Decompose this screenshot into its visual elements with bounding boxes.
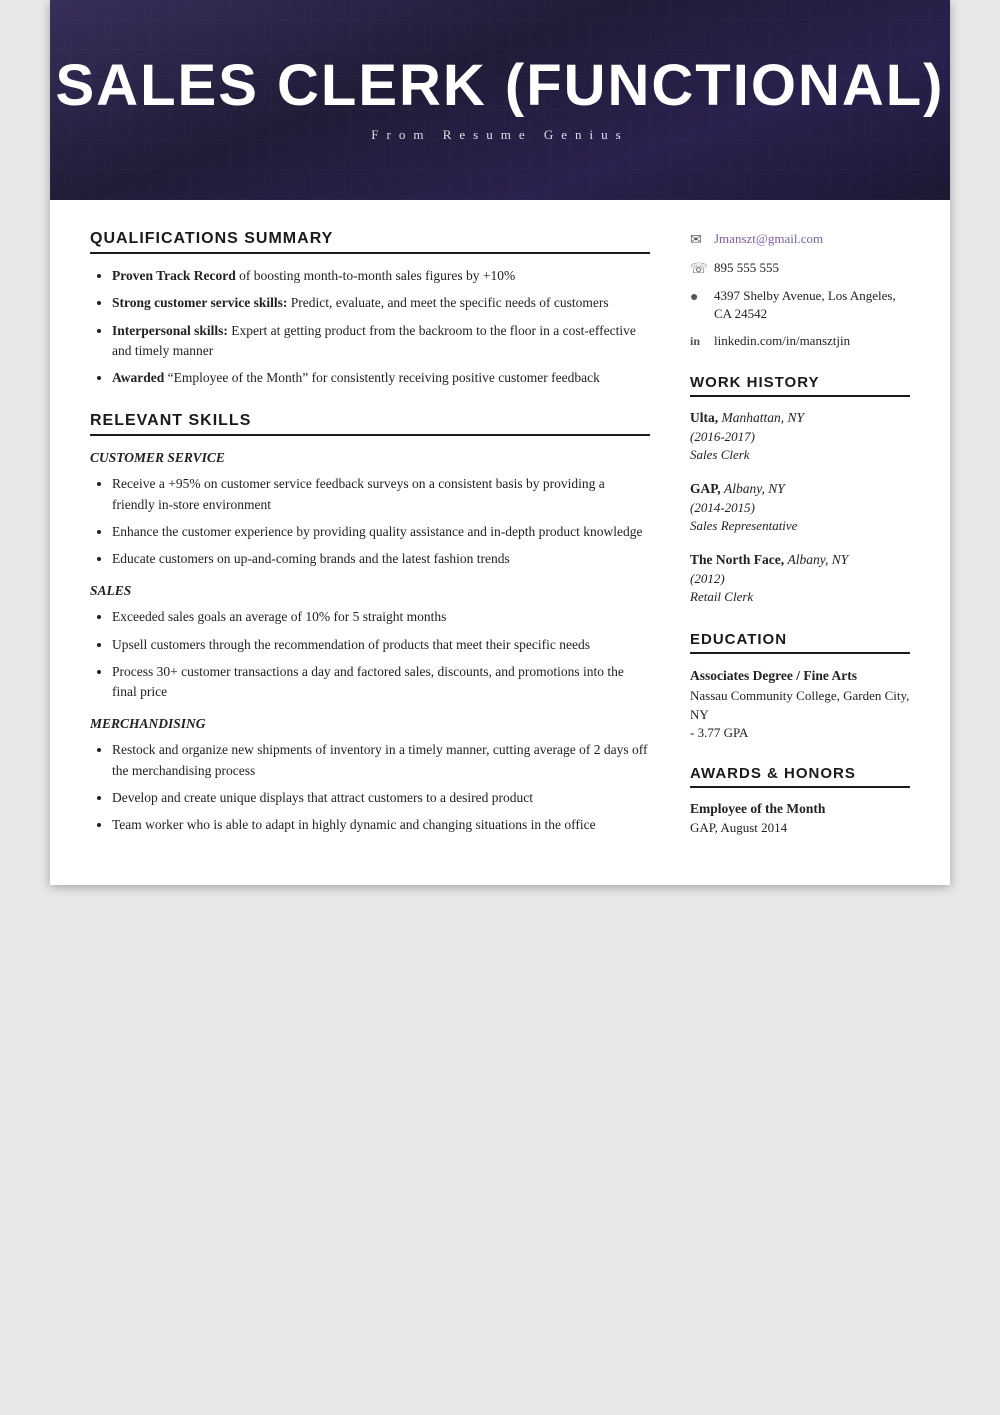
address-text: 4397 Shelby Avenue, Los Angeles, CA 2454… <box>714 287 910 323</box>
work-entry-northface: The North Face, Albany, NY (2012) Retail… <box>690 551 910 606</box>
relevant-skills-heading: RELEVANT SKILLS <box>90 412 650 436</box>
email-link[interactable]: Jmanszt@gmail.com <box>714 230 823 248</box>
work-dates: (2014-2015) <box>690 499 910 517</box>
edu-degree: Associates Degree / Fine Arts <box>690 666 910 686</box>
work-company: The North Face, Albany, NY <box>690 551 910 570</box>
contact-linkedin: in linkedin.com/in/mansztjin <box>690 332 910 350</box>
header: SALES CLERK (FUNCTIONAL) From Resume Gen… <box>50 0 950 200</box>
list-item: Exceeded sales goals an average of 10% f… <box>112 607 650 627</box>
list-item: Awarded “Employee of the Month” for cons… <box>112 368 650 388</box>
award-name: Employee of the Month <box>690 800 910 819</box>
list-item: Educate customers on up-and-coming brand… <box>112 549 650 569</box>
email-icon: ✉ <box>690 231 706 251</box>
location-icon: ● <box>690 288 706 308</box>
edu-gpa: - 3.77 GPA <box>690 725 910 741</box>
phone-icon: ☏ <box>690 260 706 280</box>
work-entry-ulta: Ulta, Manhattan, NY (2016-2017) Sales Cl… <box>690 409 910 464</box>
list-item: Interpersonal skills: Expert at getting … <box>112 321 650 362</box>
resume-title: SALES CLERK (FUNCTIONAL) <box>56 57 945 115</box>
work-title: Sales Clerk <box>690 446 910 464</box>
linkedin-text: linkedin.com/in/mansztjin <box>714 332 850 350</box>
phone-text: 895 555 555 <box>714 259 779 277</box>
list-item: Restock and organize new shipments of in… <box>112 740 650 781</box>
list-item: Process 30+ customer transactions a day … <box>112 662 650 703</box>
skill-category-sales: SALES <box>90 583 650 599</box>
list-item: Upsell customers through the recommendat… <box>112 635 650 655</box>
linkedin-icon: in <box>690 333 706 350</box>
contact-email: ✉ Jmanszt@gmail.com <box>690 230 910 251</box>
resume-body: QUALIFICATIONS SUMMARY Proven Track Reco… <box>50 200 950 885</box>
resume-subtitle: From Resume Genius <box>371 127 628 143</box>
qualifications-list: Proven Track Record of boosting month-to… <box>90 266 650 388</box>
sales-list: Exceeded sales goals an average of 10% f… <box>90 607 650 702</box>
list-item: Enhance the customer experience by provi… <box>112 522 650 542</box>
awards-heading: AWARDS & HONORS <box>690 765 910 788</box>
list-item: Proven Track Record of boosting month-to… <box>112 266 650 286</box>
skill-category-customer-service: CUSTOMER SERVICE <box>90 450 650 466</box>
resume-page: SALES CLERK (FUNCTIONAL) From Resume Gen… <box>50 0 950 885</box>
list-item: Develop and create unique displays that … <box>112 788 650 808</box>
merchandising-list: Restock and organize new shipments of in… <box>90 740 650 835</box>
work-company: Ulta, Manhattan, NY <box>690 409 910 428</box>
right-column: ✉ Jmanszt@gmail.com ☏ 895 555 555 ● 4397… <box>690 230 910 845</box>
work-title: Retail Clerk <box>690 588 910 606</box>
edu-school: Nassau Community College, Garden City, N… <box>690 686 910 725</box>
contact-address: ● 4397 Shelby Avenue, Los Angeles, CA 24… <box>690 287 910 323</box>
list-item: Receive a +95% on customer service feedb… <box>112 474 650 515</box>
education-heading: EDUCATION <box>690 631 910 654</box>
education-entry: Associates Degree / Fine Arts Nassau Com… <box>690 666 910 741</box>
award-entry: Employee of the Month GAP, August 2014 <box>690 800 910 837</box>
customer-service-list: Receive a +95% on customer service feedb… <box>90 474 650 569</box>
list-item: Team worker who is able to adapt in high… <box>112 815 650 835</box>
contact-phone: ☏ 895 555 555 <box>690 259 910 280</box>
work-company: GAP, Albany, NY <box>690 480 910 499</box>
work-entry-gap: GAP, Albany, NY (2014-2015) Sales Repres… <box>690 480 910 535</box>
award-detail: GAP, August 2014 <box>690 819 910 837</box>
list-item: Strong customer service skills: Predict,… <box>112 293 650 313</box>
work-title: Sales Representative <box>690 517 910 535</box>
contact-section: ✉ Jmanszt@gmail.com ☏ 895 555 555 ● 4397… <box>690 230 910 350</box>
work-dates: (2016-2017) <box>690 428 910 446</box>
left-column: QUALIFICATIONS SUMMARY Proven Track Reco… <box>90 230 650 845</box>
work-dates: (2012) <box>690 570 910 588</box>
qualifications-heading: QUALIFICATIONS SUMMARY <box>90 230 650 254</box>
skill-category-merchandising: MERCHANDISING <box>90 716 650 732</box>
work-history-heading: WORK HISTORY <box>690 374 910 397</box>
